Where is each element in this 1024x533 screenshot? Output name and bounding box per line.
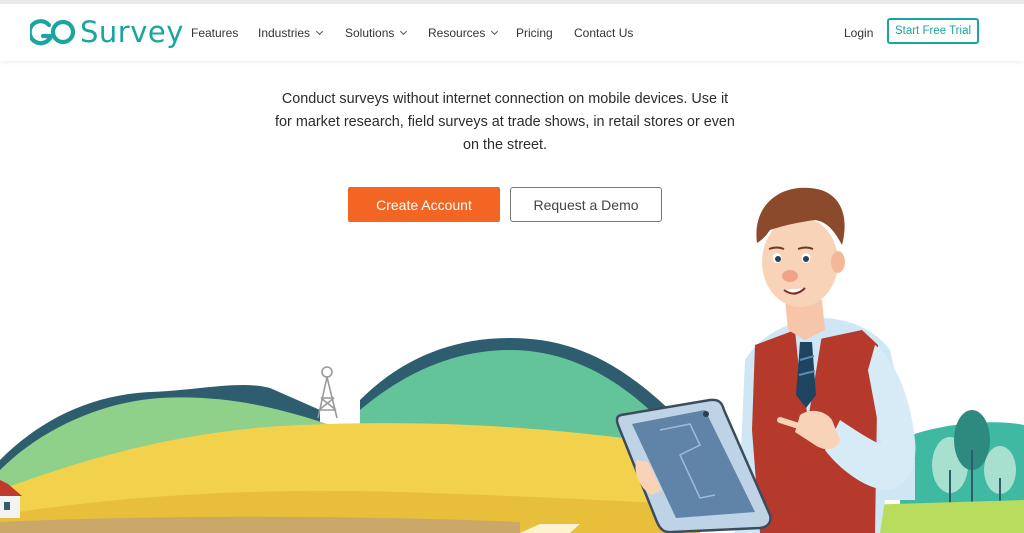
hero-description-line-1: Conduct surveys without internet connect…	[281, 91, 729, 107]
nav-resources-label: Resources	[428, 26, 486, 40]
chevron-down-icon	[315, 27, 324, 36]
create-account-button[interactable]: Create Account	[348, 187, 500, 222]
nav-industries-label: Industries	[258, 26, 311, 40]
nav-pricing-label: Pricing	[516, 26, 553, 40]
nav-contact-label: Contact Us	[574, 26, 634, 40]
grass-bottom-right	[860, 500, 1024, 533]
hero-illustration	[0, 187, 1024, 533]
man-head	[762, 217, 838, 307]
nav-industries[interactable]: Industries	[258, 26, 324, 40]
nav-solutions-label: Solutions	[345, 26, 395, 40]
start-free-trial-button[interactable]: Start Free Trial	[887, 18, 979, 44]
nav-contact-us[interactable]: Contact Us	[574, 26, 633, 40]
nav-resources[interactable]: Resources	[428, 26, 499, 40]
nav-pricing[interactable]: Pricing	[516, 26, 553, 40]
login-link[interactable]: Login	[844, 26, 873, 40]
hero-description-line-3: on the street.	[463, 137, 547, 153]
man-illustration	[735, 187, 916, 533]
radio-tower-icon	[317, 366, 338, 419]
chevron-down-icon	[400, 27, 408, 36]
hero-description-line-2: for market research, field surveys at tr…	[275, 114, 735, 130]
nav-solutions[interactable]: Solutions	[345, 26, 408, 40]
go-logo-icon	[30, 19, 76, 46]
nav-features[interactable]: Features	[191, 26, 238, 40]
logo-text: Survey	[80, 15, 184, 49]
request-demo-button[interactable]: Request a Demo	[510, 187, 662, 222]
nav-features-label: Features	[191, 26, 239, 40]
hero-description: Conduct surveys without internet connect…	[262, 88, 748, 157]
brand-logo[interactable]: Survey	[30, 15, 184, 49]
chevron-down-icon	[491, 27, 499, 36]
top-navbar: Survey Features Industries Solutions Res…	[0, 4, 1024, 61]
